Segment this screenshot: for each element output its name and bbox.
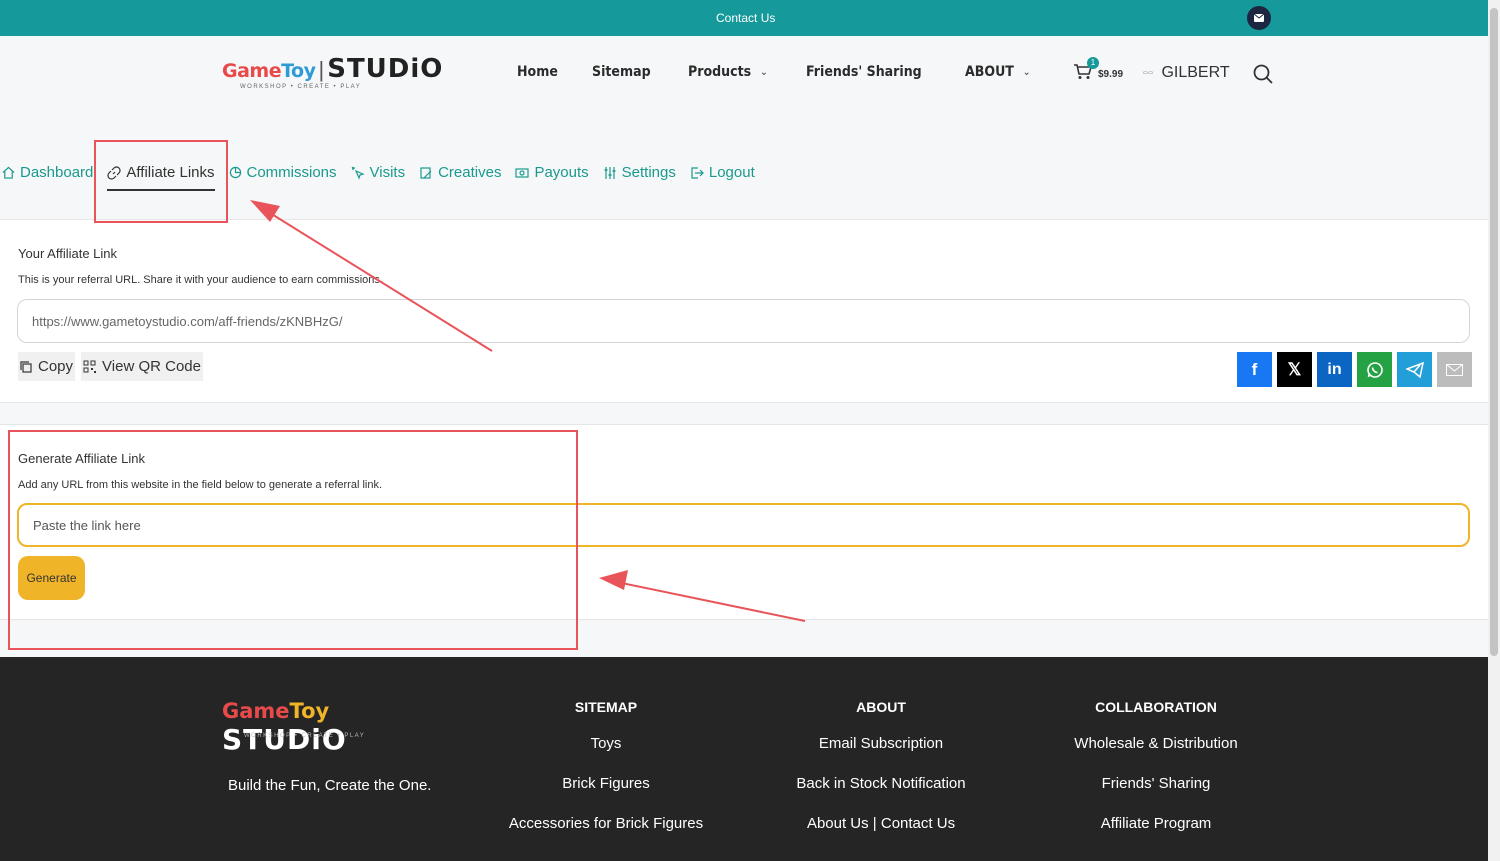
tab-logout[interactable]: Logout [690, 164, 755, 181]
x-icon: 𝕏 [1287, 359, 1302, 379]
facebook-share-button[interactable]: f [1237, 352, 1272, 387]
pie-chart-icon [229, 166, 241, 179]
chevron-down-icon: ⌄ [759, 66, 768, 78]
x-share-button[interactable]: 𝕏 [1277, 352, 1312, 387]
qr-code-icon [83, 360, 97, 373]
footer-link-accessories[interactable]: Accessories for Brick Figures [508, 815, 704, 832]
top-bar: Contact Us [0, 0, 1488, 36]
logout-icon [691, 166, 704, 179]
footer-link-wholesale[interactable]: Wholesale & Distribution [1068, 735, 1244, 752]
facebook-icon: f [1251, 359, 1258, 379]
user-account[interactable]: ▭▭ GILBERT [1143, 64, 1230, 82]
user-avatar: ▭▭ [1143, 70, 1154, 76]
footer-col-title: SITEMAP [574, 699, 638, 715]
footer-link-toys[interactable]: Toys [508, 735, 704, 752]
footer-link-about-contact[interactable]: About Us | Contact Us [793, 815, 969, 832]
annotation-box-affiliate-tab [94, 140, 228, 223]
footer-col-title: COLLABORATION [1095, 699, 1217, 715]
tab-commissions[interactable]: Commissions [229, 164, 337, 181]
tab-settings[interactable]: Settings [603, 164, 676, 181]
chevron-down-icon: ⌄ [1022, 66, 1031, 78]
copy-icon [20, 360, 32, 373]
footer-link-friends-sharing[interactable]: Friends' Sharing [1068, 775, 1244, 792]
email-share-button[interactable] [1437, 352, 1472, 387]
view-qr-code-button[interactable]: View QR Code [81, 352, 203, 381]
affiliate-link-description: This is your referral URL. Share it with… [18, 274, 383, 286]
sliders-icon [604, 166, 616, 179]
nav-home[interactable]: Home [517, 64, 558, 80]
linkedin-share-button[interactable]: in [1317, 352, 1352, 387]
footer-link-affiliate-program[interactable]: Affiliate Program [1068, 815, 1244, 832]
cursor-click-icon [351, 166, 365, 180]
footer-col-collaboration: COLLABORATION Wholesale & Distribution F… [1068, 699, 1244, 855]
logo-tagline: WORKSHOP • CREATE • PLAY [240, 84, 362, 90]
scrollbar-thumb[interactable] [1490, 8, 1498, 656]
search-icon[interactable] [1253, 64, 1273, 89]
creatives-icon [420, 166, 432, 179]
nav-friends-sharing[interactable]: Friends' Sharing [806, 64, 922, 80]
footer-link-back-in-stock[interactable]: Back in Stock Notification [793, 775, 969, 792]
cart-count-badge: 1 [1087, 57, 1099, 69]
telegram-icon [1405, 361, 1424, 378]
email-icon [1446, 363, 1463, 376]
share-buttons: f 𝕏 in [1237, 352, 1472, 387]
footer-logo-tagline: WORKSHOP • CREATE • PLAY [244, 733, 366, 739]
footer-col-about: ABOUT Email Subscription Back in Stock N… [793, 699, 969, 855]
home-icon [2, 166, 15, 179]
footer-slogan: Build the Fun, Create the One. [228, 777, 432, 794]
whatsapp-share-button[interactable] [1357, 352, 1392, 387]
affiliate-link-title: Your Affiliate Link [18, 246, 118, 261]
annotation-box-generate [8, 430, 578, 650]
footer-link-brick-figures[interactable]: Brick Figures [508, 775, 704, 792]
contact-us-link[interactable]: Contact Us [716, 11, 775, 25]
nav-products[interactable]: Products ⌄ [688, 64, 768, 80]
cart-total: $9.99 [1098, 69, 1124, 80]
footer-col-title: ABOUT [856, 699, 906, 715]
tab-creatives[interactable]: Creatives [419, 164, 501, 181]
tab-payouts[interactable]: Payouts [515, 164, 589, 181]
main-nav: Home Sitemap Products ⌄ Friends' Sharing … [517, 64, 1067, 80]
whatsapp-icon [1366, 361, 1383, 378]
cart-button[interactable]: 1 $9.99 [1074, 57, 1124, 85]
nav-sitemap[interactable]: Sitemap [592, 64, 651, 80]
tab-dashboard[interactable]: Dashboard [2, 164, 93, 181]
telegram-share-button[interactable] [1397, 352, 1432, 387]
copy-button[interactable]: Copy [18, 352, 76, 381]
footer-link-email-subscription[interactable]: Email Subscription [793, 735, 969, 752]
mail-icon[interactable] [1247, 6, 1271, 30]
site-footer: GameToySTUDiO WORKSHOP • CREATE • PLAY B… [0, 657, 1488, 861]
footer-col-sitemap: SITEMAP Toys Brick Figures Accessories f… [508, 699, 704, 855]
footer-logo[interactable]: GameToySTUDiO WORKSHOP • CREATE • PLAY [222, 699, 444, 756]
money-icon [515, 167, 530, 178]
site-header: GameToy | STUDiO WORKSHOP • CREATE • PLAY … [0, 36, 1488, 120]
tab-visits[interactable]: Visits [351, 164, 405, 181]
nav-about[interactable]: ABOUT ⌄ [965, 64, 1030, 80]
affiliate-url-field[interactable]: https://www.gametoystudio.com/aff-friend… [17, 299, 1470, 343]
user-name: GILBERT [1161, 64, 1230, 81]
linkedin-icon: in [1327, 360, 1342, 378]
site-logo[interactable]: GameToy | STUDiO WORKSHOP • CREATE • PLAY [222, 54, 442, 94]
